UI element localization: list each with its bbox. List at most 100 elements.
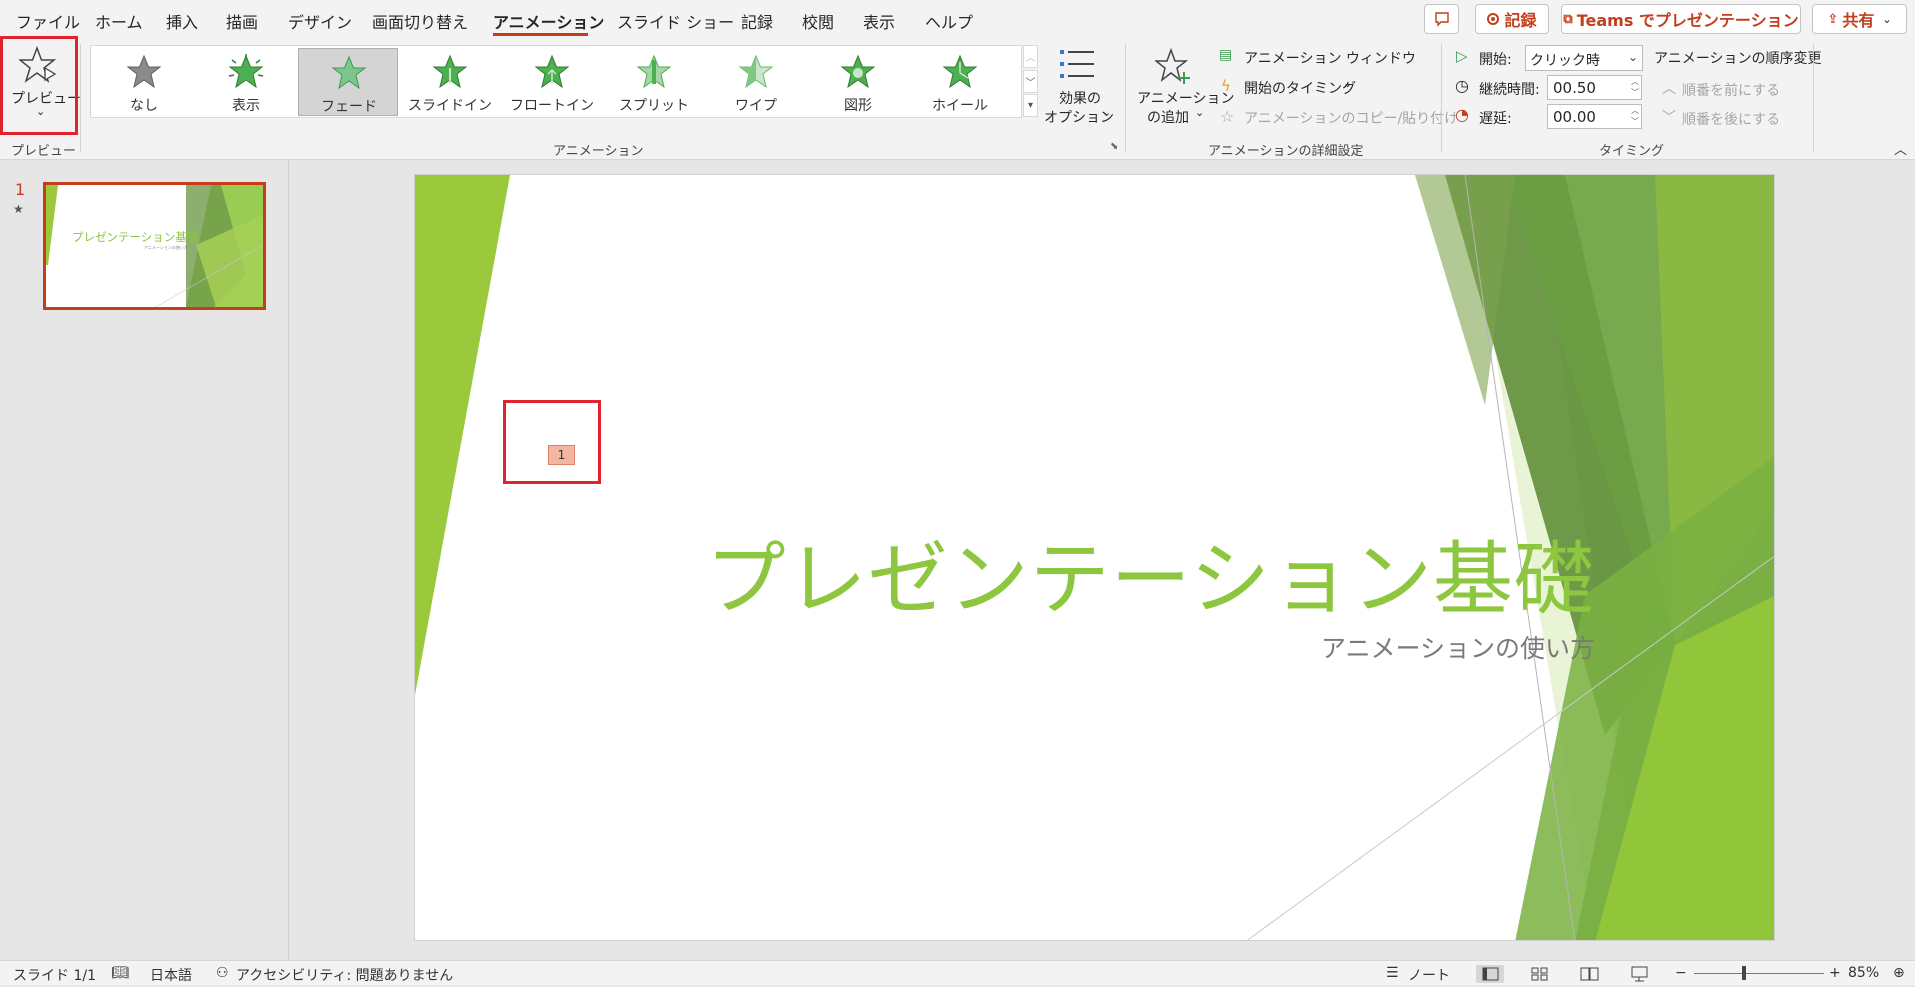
comment-icon (1434, 12, 1449, 27)
add-animation-icon (1155, 48, 1190, 84)
chevron-down-icon: ⌄ (1343, 77, 1353, 90)
clock-icon: ◷ (1455, 76, 1469, 95)
status-bar: スライド 1/1 📖︎ 日本語 ⚇ アクセシビリティ: 問題ありません ☰ ノー… (0, 960, 1915, 985)
move-later-button[interactable]: ﹀ 順番を後にする (1660, 107, 1790, 128)
comments-button[interactable] (1424, 4, 1459, 34)
tab-transitions[interactable]: 画面切り替え (372, 9, 468, 33)
group-separator (1813, 44, 1814, 152)
dialog-launcher-icon[interactable]: ⬊ (1110, 141, 1118, 152)
notes-button[interactable]: ノート (1408, 965, 1450, 985)
spellcheck-book-icon[interactable]: 📖︎ (111, 965, 129, 981)
advanced-animation-group-label: アニメーションの詳細設定 (1208, 144, 1364, 159)
tab-review[interactable]: 校閲 (802, 9, 834, 33)
star-shape-icon (840, 54, 876, 89)
gallery-item-wipe[interactable]: ワイプ (706, 48, 806, 116)
normal-view-icon[interactable] (1476, 965, 1504, 983)
collapse-ribbon-icon[interactable]: ︿ (1894, 139, 1907, 158)
star-fade-icon (331, 55, 367, 90)
animation-star-icon: ★ (13, 202, 24, 216)
slide-thumbnail[interactable]: プレゼンテーション基礎 アニメーションの使い方 (43, 182, 266, 310)
animation-painter-button[interactable]: ☆ アニメーションのコピー/貼り付け (1219, 107, 1458, 129)
tab-design[interactable]: デザイン (288, 9, 352, 33)
painter-label: アニメーションのコピー/貼り付け (1244, 111, 1459, 127)
tab-home[interactable]: ホーム (95, 9, 143, 33)
star-split-icon (636, 54, 672, 89)
animation-pane-button[interactable]: ▤ アニメーション ウィンドウ (1219, 47, 1419, 69)
tab-view[interactable]: 表示 (863, 9, 895, 33)
slide-subtitle[interactable]: アニメーションの使い方 (1095, 629, 1595, 665)
tab-help[interactable]: ヘルプ (925, 9, 973, 33)
spinner-arrows-icon[interactable]: ︿ ﹀ (1631, 76, 1639, 98)
duration-spinner[interactable]: 00.50 ︿ ﹀ (1547, 75, 1642, 100)
present-in-teams-button[interactable]: ⧉ Teams でプレゼンテーション (1561, 4, 1801, 34)
gallery-item-fly-in[interactable]: スライドイン (400, 48, 500, 116)
reading-view-icon[interactable] (1576, 965, 1604, 983)
painter-star-icon: ☆ (1220, 107, 1235, 126)
timing-group-label: タイミング (1599, 144, 1665, 159)
zoom-out-button[interactable]: − (1675, 965, 1687, 981)
slide-sorter-icon[interactable] (1526, 965, 1554, 983)
gallery-label: フロートイン (510, 98, 594, 114)
gallery-scroll-up[interactable]: ︿ (1023, 45, 1038, 68)
gallery-label: ホイール (932, 98, 988, 114)
duration-value: 00.50 (1553, 79, 1596, 97)
gallery-item-none[interactable]: なし (94, 48, 194, 116)
effect-options-label-1: 効果の (1059, 91, 1101, 107)
zoom-level[interactable]: 85% (1848, 965, 1879, 981)
share-icon: ⇪ (1827, 11, 1839, 27)
slideshow-view-icon[interactable] (1626, 965, 1654, 983)
fit-to-window-icon[interactable]: ⊕ (1893, 965, 1905, 981)
accessibility-status[interactable]: アクセシビリティ: 問題ありません (236, 965, 453, 985)
zoom-slider[interactable] (1694, 973, 1824, 974)
animation-tag-highlight-box (503, 400, 601, 484)
zoom-in-button[interactable]: + (1829, 965, 1841, 981)
chevron-up-icon: ︿ (1662, 81, 1676, 97)
start-select[interactable]: クリック時 ⌄ (1525, 45, 1643, 71)
share-button[interactable]: ⇪ 共有 ⌄ (1812, 4, 1907, 34)
delay-spinner[interactable]: 00.00 ︿ ﹀ (1547, 104, 1642, 129)
gallery-label: スライドイン (408, 98, 492, 114)
tab-file[interactable]: ファイル (16, 9, 80, 33)
animation-pane-label: アニメーション ウィンドウ (1244, 51, 1416, 67)
group-separator (1125, 44, 1126, 152)
gallery-item-float-in[interactable]: フロートイン (502, 48, 602, 116)
play-icon: ▷ (1456, 47, 1468, 65)
group-separator (1441, 44, 1442, 152)
preview-highlight-box (0, 36, 78, 135)
tab-animations[interactable]: アニメーション (493, 9, 604, 33)
gallery-label: ワイプ (735, 98, 777, 114)
zoom-slider-thumb[interactable] (1742, 966, 1746, 980)
tab-draw[interactable]: 描画 (226, 9, 258, 33)
lightning-icon: ϟ (1221, 77, 1231, 95)
trigger-button[interactable]: ϟ 開始のタイミング ⌄ (1219, 77, 1379, 99)
gallery-item-wheel[interactable]: ホイール (910, 48, 1010, 116)
delay-clock-icon: ◔ (1455, 105, 1469, 124)
chevron-down-icon: ⌄ (1882, 12, 1892, 26)
gallery-label: 表示 (232, 98, 260, 114)
add-animation-button[interactable]: アニメーション の追加 ⌄ (1135, 46, 1234, 130)
language-indicator[interactable]: 日本語 (150, 965, 192, 985)
tab-slideshow[interactable]: スライド ショー (617, 9, 734, 33)
tab-insert[interactable]: 挿入 (166, 9, 198, 33)
teams-label: Teams でプレゼンテーション (1576, 11, 1799, 30)
move-later-label: 順番を後にする (1682, 112, 1781, 128)
slide-canvas[interactable]: 1 プレゼンテーション基礎 アニメーションの使い方 (414, 174, 1775, 941)
gallery-item-appear[interactable]: 表示 (196, 48, 296, 116)
slide-title[interactable]: プレゼンテーション基礎 (595, 515, 1595, 631)
add-animation-label-2: の追加 (1147, 110, 1189, 126)
gallery-more-button[interactable]: ▾ (1023, 94, 1038, 117)
record-button[interactable]: 記録 (1475, 4, 1549, 34)
gallery-scroll-down[interactable]: ﹀ (1023, 70, 1038, 93)
gallery-label: スプリット (619, 98, 689, 114)
animation-pane-icon: ▤ (1219, 47, 1233, 63)
gallery-item-shape[interactable]: 図形 (808, 48, 908, 116)
gallery-item-fade[interactable]: フェード (298, 48, 398, 116)
reorder-title: アニメーションの順序変更 (1654, 51, 1822, 67)
tab-record[interactable]: 記録 (741, 9, 773, 33)
spinner-arrows-icon[interactable]: ︿ ﹀ (1631, 105, 1639, 127)
effect-options-button[interactable]: 効果の オプション ⌄ (1044, 46, 1114, 130)
star-fly-in-icon (432, 54, 468, 89)
star-wheel-icon (942, 54, 978, 89)
gallery-item-split[interactable]: スプリット (604, 48, 704, 116)
move-earlier-button[interactable]: ︿ 順番を前にする (1660, 78, 1790, 99)
